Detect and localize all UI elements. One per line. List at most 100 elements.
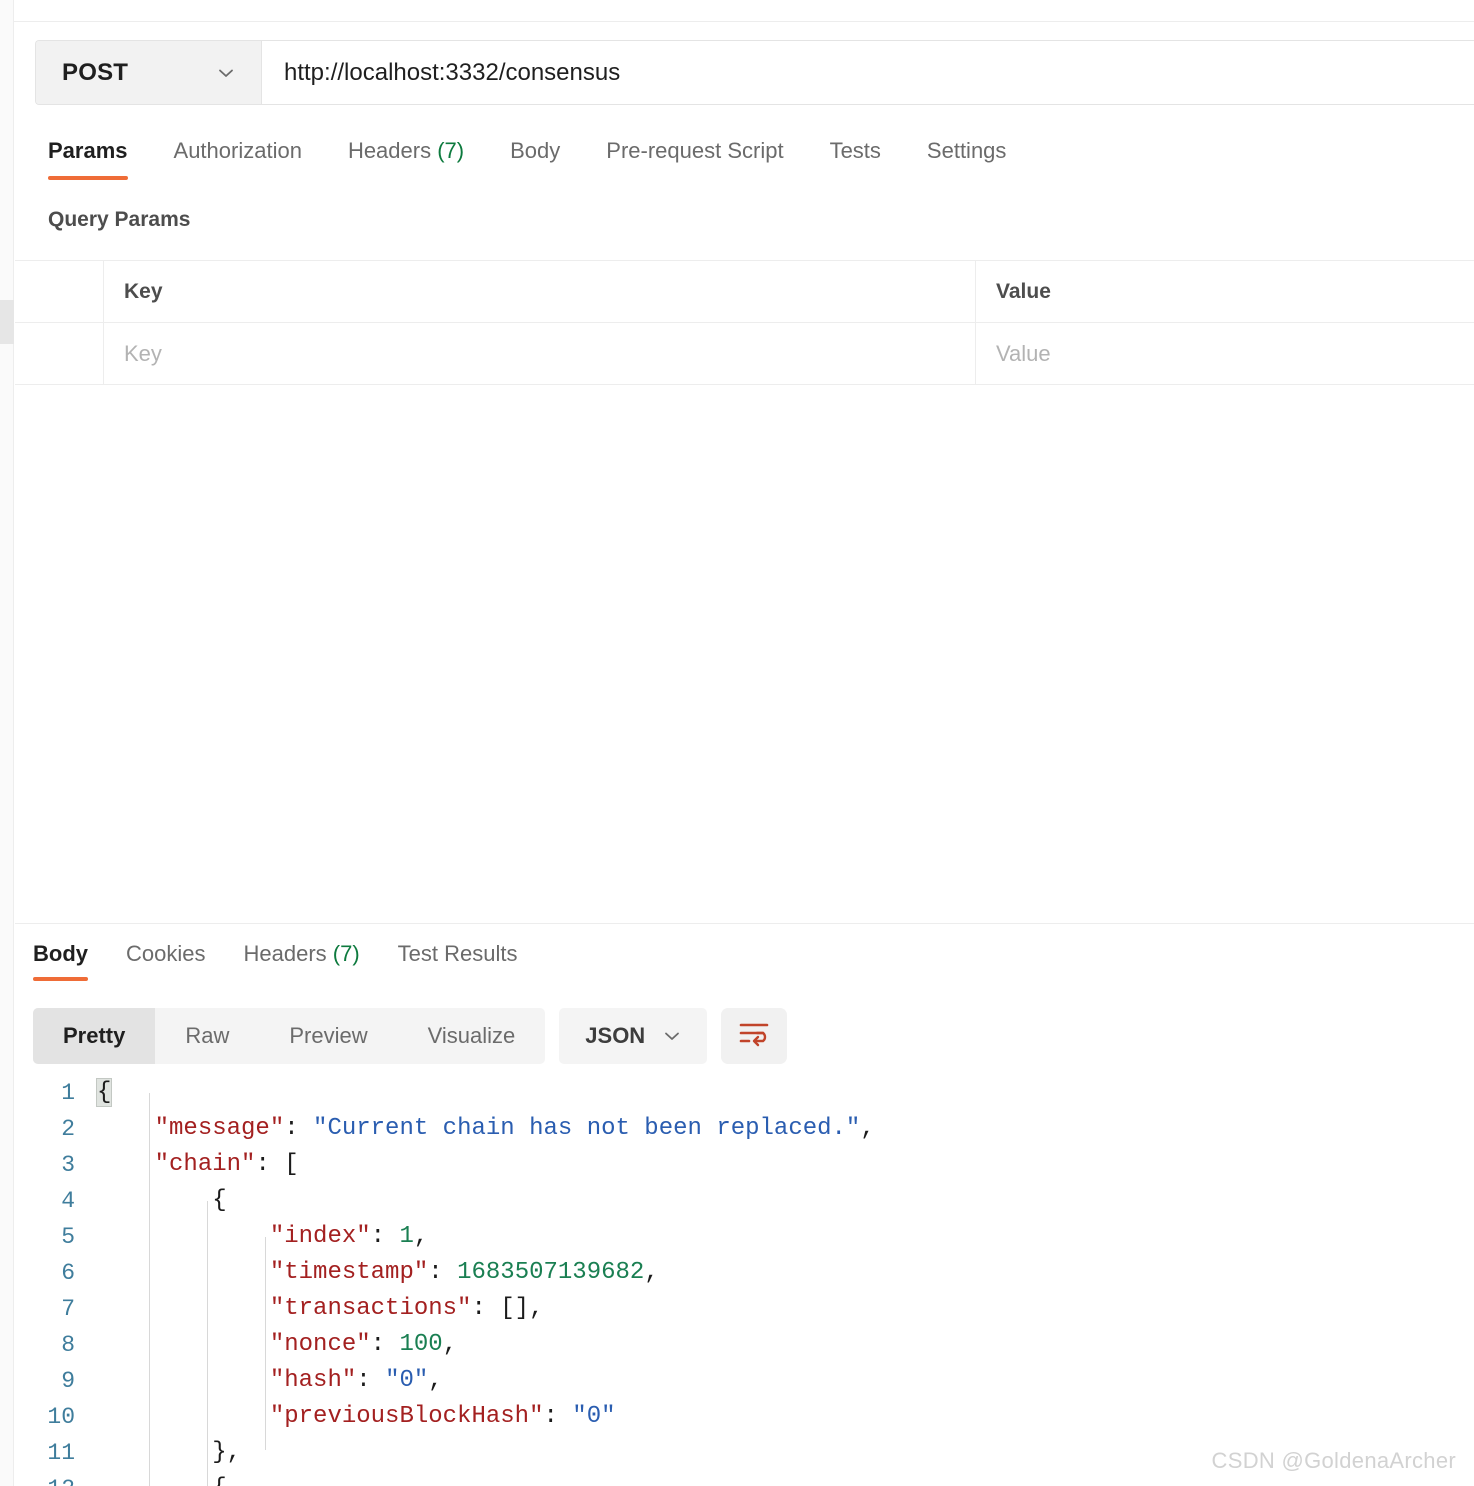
code-token: : [	[255, 1151, 299, 1178]
matching-brace: {	[95, 1078, 113, 1107]
code-token: :	[428, 1259, 458, 1286]
code-line-text: "timestamp": 1683507139682,	[97, 1255, 659, 1291]
code-token: :	[284, 1115, 314, 1142]
code-token: ,	[442, 1331, 458, 1358]
view-mode-pretty-label: Pretty	[63, 1023, 126, 1048]
postman-request-response-view: POST http://localhost:3332/consensus Par…	[0, 0, 1474, 1486]
code-line: 7 "transactions": [],	[15, 1291, 1474, 1327]
response-tab-headers[interactable]: Headers (7)	[243, 935, 359, 981]
line-number: 5	[61, 1224, 75, 1250]
param-key-input[interactable]: Key	[104, 323, 976, 384]
column-header-value: Value	[996, 279, 1051, 303]
code-token: "nonce"	[269, 1331, 371, 1358]
code-line-text: },	[97, 1435, 241, 1471]
line-number: 2	[61, 1116, 75, 1142]
code-line-text: "transactions": [],	[97, 1291, 544, 1327]
left-rail-top	[0, 0, 14, 22]
response-tab-cookies-label: Cookies	[126, 941, 206, 966]
response-language-select[interactable]: JSON	[559, 1008, 708, 1064]
tab-body-label: Body	[510, 138, 561, 163]
code-token: {	[97, 1187, 227, 1214]
watermark: CSDN @GoldenaArcher	[1211, 1448, 1456, 1473]
code-token: "chain"	[154, 1151, 256, 1178]
code-line: 9 "hash": "0",	[15, 1363, 1474, 1399]
code-token: {	[97, 1475, 226, 1486]
url-bar: POST http://localhost:3332/consensus	[35, 40, 1474, 105]
response-left-rail	[0, 925, 14, 1486]
line-number: 1	[61, 1080, 75, 1106]
code-line-text: {	[95, 1075, 113, 1111]
code-token: "previousBlockHash"	[269, 1403, 544, 1430]
line-number: 8	[61, 1332, 75, 1358]
response-tab-headers-count: (7)	[332, 941, 360, 966]
tab-pre-request-script[interactable]: Pre-request Script	[606, 130, 783, 180]
line-number: 7	[61, 1296, 75, 1322]
tab-headers-count: (7)	[437, 138, 465, 163]
view-mode-raw[interactable]: Raw	[155, 1008, 259, 1064]
code-token: 1	[399, 1223, 414, 1250]
code-line: 4 {	[15, 1183, 1474, 1219]
code-line-text: {	[97, 1471, 226, 1486]
tab-headers[interactable]: Headers (7)	[348, 130, 464, 180]
tab-authorization-label: Authorization	[173, 138, 302, 163]
request-pane-scrollbar-track[interactable]	[0, 22, 14, 925]
column-header-key: Key	[104, 261, 976, 322]
response-view-mode-group: Pretty Raw Preview Visualize	[33, 1008, 546, 1064]
code-token: "transactions"	[269, 1295, 472, 1322]
response-tab-body[interactable]: Body	[33, 935, 88, 981]
http-method-select[interactable]: POST	[36, 41, 262, 104]
tab-body[interactable]: Body	[510, 130, 560, 180]
view-mode-visualize[interactable]: Visualize	[398, 1008, 546, 1064]
request-pane-scrollbar-thumb[interactable]	[0, 300, 14, 344]
view-mode-pretty[interactable]: Pretty	[33, 1008, 156, 1064]
tab-params[interactable]: Params	[48, 130, 128, 180]
tab-settings[interactable]: Settings	[927, 130, 1007, 180]
url-input[interactable]: http://localhost:3332/consensus	[262, 41, 1474, 104]
response-tab-cookies[interactable]: Cookies	[126, 935, 205, 981]
code-line: 2 "message": "Current chain has not been…	[15, 1111, 1474, 1147]
query-params-title: Query Params	[48, 208, 191, 231]
view-mode-visualize-label: Visualize	[427, 1023, 516, 1048]
code-token: "hash"	[269, 1367, 357, 1394]
tab-authorization[interactable]: Authorization	[174, 130, 302, 180]
tab-settings-label: Settings	[926, 138, 1007, 163]
param-value-input[interactable]: Value	[976, 323, 1474, 384]
code-token: :	[543, 1403, 573, 1430]
response-format-bar: Pretty Raw Preview Visualize JSON	[33, 1008, 788, 1064]
tab-tests-label: Tests	[829, 138, 881, 163]
line-number: 6	[61, 1260, 75, 1286]
code-line: 3 "chain": [	[15, 1147, 1474, 1183]
code-line-text: "previousBlockHash": "0"	[97, 1399, 616, 1435]
code-line: 5 "index": 1,	[15, 1219, 1474, 1255]
code-token: :	[370, 1331, 400, 1358]
response-tab-test-results-label: Test Results	[397, 941, 518, 966]
tab-pre-request-script-label: Pre-request Script	[606, 138, 784, 163]
response-tab-test-results[interactable]: Test Results	[398, 935, 518, 981]
response-tab-bar: Body Cookies Headers (7) Test Results	[33, 935, 555, 981]
code-line: 6 "timestamp": 1683507139682,	[15, 1255, 1474, 1291]
code-token: ,	[413, 1223, 429, 1250]
wrap-lines-button[interactable]	[721, 1008, 788, 1064]
tab-params-label: Params	[48, 138, 128, 163]
code-line: 10 "previousBlockHash": "0"	[15, 1399, 1474, 1435]
code-token: : [],	[471, 1295, 544, 1322]
table-row[interactable]: Key Value	[15, 323, 1474, 385]
tab-tests[interactable]: Tests	[830, 130, 881, 180]
code-line-text: "chain": [	[97, 1147, 299, 1183]
code-token: 1683507139682	[457, 1259, 645, 1286]
response-body-code[interactable]: 1 {2 "message": "Current chain has not be…	[15, 1075, 1474, 1486]
request-body-empty-area	[15, 386, 1474, 924]
row-checkbox-cell[interactable]	[15, 323, 104, 384]
code-token: ,	[644, 1259, 659, 1286]
view-mode-preview[interactable]: Preview	[259, 1008, 397, 1064]
request-tab-bar: Params Authorization Headers (7) Body Pr…	[15, 130, 1474, 192]
code-line-text: "hash": "0",	[97, 1363, 443, 1399]
header-checkbox-cell	[15, 261, 104, 322]
response-language-label: JSON	[585, 1023, 646, 1048]
code-token: ,	[428, 1367, 443, 1394]
